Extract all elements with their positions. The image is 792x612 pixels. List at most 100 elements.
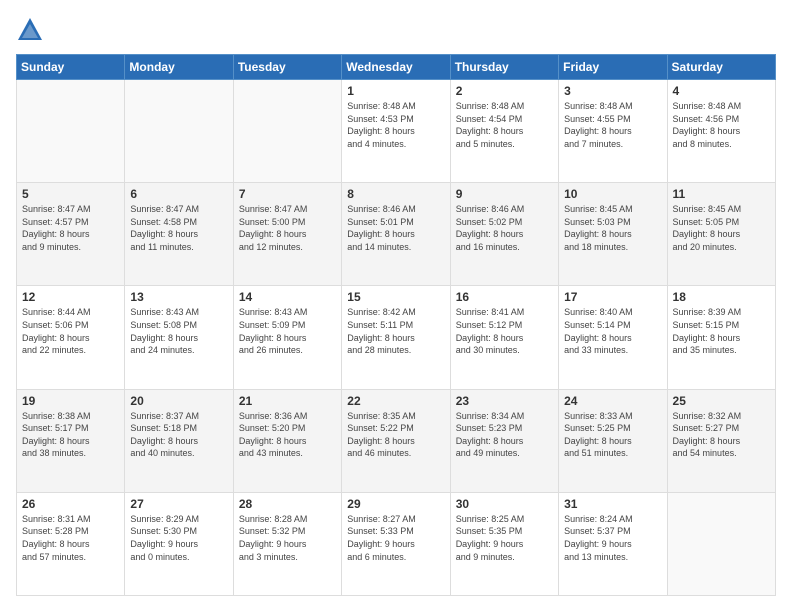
- day-info: Sunrise: 8:48 AM Sunset: 4:54 PM Dayligh…: [456, 100, 553, 150]
- day-number: 5: [22, 187, 119, 201]
- day-info: Sunrise: 8:46 AM Sunset: 5:02 PM Dayligh…: [456, 203, 553, 253]
- day-number: 4: [673, 84, 770, 98]
- calendar-cell: 10Sunrise: 8:45 AM Sunset: 5:03 PM Dayli…: [559, 183, 667, 286]
- calendar-cell: 29Sunrise: 8:27 AM Sunset: 5:33 PM Dayli…: [342, 492, 450, 595]
- day-info: Sunrise: 8:45 AM Sunset: 5:05 PM Dayligh…: [673, 203, 770, 253]
- day-number: 15: [347, 290, 444, 304]
- calendar-cell: [667, 492, 775, 595]
- day-info: Sunrise: 8:33 AM Sunset: 5:25 PM Dayligh…: [564, 410, 661, 460]
- day-number: 13: [130, 290, 227, 304]
- calendar-cell: 25 Sunrise: 8:32 AM Sunset: 5:27 PM Dayli…: [667, 389, 775, 492]
- day-number: 1: [347, 84, 444, 98]
- day-number: 10: [564, 187, 661, 201]
- calendar-cell: 7 Sunrise: 8:47 AM Sunset: 5:00 PM Daylig…: [233, 183, 341, 286]
- day-number: 16: [456, 290, 553, 304]
- day-info: Sunrise: 8:39 AM Sunset: 5:15 PM Dayligh…: [673, 306, 770, 356]
- day-info: Sunrise: 8:42 AM Sunset: 5:11 PM Dayligh…: [347, 306, 444, 356]
- day-number: 30: [456, 497, 553, 511]
- calendar-cell: 19 Sunrise: 8:38 AM Sunset: 5:17 PM Dayli…: [17, 389, 125, 492]
- logo: [16, 16, 48, 44]
- day-number: 12: [22, 290, 119, 304]
- day-info: Sunrise: 8:47 AM Sunset: 4:57 PM Dayligh…: [22, 203, 119, 253]
- day-info: Sunrise: 8:46 AM Sunset: 5:01 PM Dayligh…: [347, 203, 444, 253]
- day-info: Sunrise: 8:44 AM Sunset: 5:06 PM Dayligh…: [22, 306, 119, 356]
- calendar-cell: 2 Sunrise: 8:48 AM Sunset: 4:54 PM Daylig…: [450, 80, 558, 183]
- calendar-cell: 24 Sunrise: 8:33 AM Sunset: 5:25 PM Dayli…: [559, 389, 667, 492]
- day-number: 17: [564, 290, 661, 304]
- day-number: 22: [347, 394, 444, 408]
- page: SundayMondayTuesdayWednesdayThursdayFrid…: [0, 0, 792, 612]
- weekday-header: Wednesday: [342, 55, 450, 80]
- day-number: 6: [130, 187, 227, 201]
- calendar-cell: 1Sunrise: 8:48 AM Sunset: 4:53 PM Daylig…: [342, 80, 450, 183]
- calendar-cell: 15 Sunrise: 8:42 AM Sunset: 5:11 PM Dayli…: [342, 286, 450, 389]
- day-info: Sunrise: 8:43 AM Sunset: 5:08 PM Dayligh…: [130, 306, 227, 356]
- day-number: 7: [239, 187, 336, 201]
- day-number: 24: [564, 394, 661, 408]
- calendar-cell: 17 Sunrise: 8:40 AM Sunset: 5:14 PM Dayli…: [559, 286, 667, 389]
- calendar-cell: [125, 80, 233, 183]
- day-info: Sunrise: 8:41 AM Sunset: 5:12 PM Dayligh…: [456, 306, 553, 356]
- calendar-cell: 20 Sunrise: 8:37 AM Sunset: 5:18 PM Dayli…: [125, 389, 233, 492]
- calendar-cell: [233, 80, 341, 183]
- day-info: Sunrise: 8:24 AM Sunset: 5:37 PM Dayligh…: [564, 513, 661, 563]
- day-number: 23: [456, 394, 553, 408]
- day-info: Sunrise: 8:31 AM Sunset: 5:28 PM Dayligh…: [22, 513, 119, 563]
- calendar-cell: 3Sunrise: 8:48 AM Sunset: 4:55 PM Daylig…: [559, 80, 667, 183]
- day-info: Sunrise: 8:34 AM Sunset: 5:23 PM Dayligh…: [456, 410, 553, 460]
- calendar-cell: 13 Sunrise: 8:43 AM Sunset: 5:08 PM Dayli…: [125, 286, 233, 389]
- calendar-cell: 4 Sunrise: 8:48 AM Sunset: 4:56 PM Daylig…: [667, 80, 775, 183]
- day-info: Sunrise: 8:28 AM Sunset: 5:32 PM Dayligh…: [239, 513, 336, 563]
- calendar-cell: 30 Sunrise: 8:25 AM Sunset: 5:35 PM Dayli…: [450, 492, 558, 595]
- calendar-cell: 21 Sunrise: 8:36 AM Sunset: 5:20 PM Dayli…: [233, 389, 341, 492]
- day-number: 25: [673, 394, 770, 408]
- day-number: 18: [673, 290, 770, 304]
- day-number: 21: [239, 394, 336, 408]
- day-info: Sunrise: 8:25 AM Sunset: 5:35 PM Dayligh…: [456, 513, 553, 563]
- day-number: 26: [22, 497, 119, 511]
- day-info: Sunrise: 8:48 AM Sunset: 4:56 PM Dayligh…: [673, 100, 770, 150]
- weekday-header: Saturday: [667, 55, 775, 80]
- calendar-cell: 18 Sunrise: 8:39 AM Sunset: 5:15 PM Dayli…: [667, 286, 775, 389]
- day-number: 20: [130, 394, 227, 408]
- calendar-cell: 8 Sunrise: 8:46 AM Sunset: 5:01 PM Daylig…: [342, 183, 450, 286]
- calendar-cell: 14Sunrise: 8:43 AM Sunset: 5:09 PM Dayli…: [233, 286, 341, 389]
- day-info: Sunrise: 8:37 AM Sunset: 5:18 PM Dayligh…: [130, 410, 227, 460]
- calendar-cell: 26 Sunrise: 8:31 AM Sunset: 5:28 PM Dayli…: [17, 492, 125, 595]
- calendar-cell: [17, 80, 125, 183]
- day-number: 14: [239, 290, 336, 304]
- weekday-header: Monday: [125, 55, 233, 80]
- day-info: Sunrise: 8:29 AM Sunset: 5:30 PM Dayligh…: [130, 513, 227, 563]
- calendar-cell: 27 Sunrise: 8:29 AM Sunset: 5:30 PM Dayli…: [125, 492, 233, 595]
- calendar-cell: 22 Sunrise: 8:35 AM Sunset: 5:22 PM Dayli…: [342, 389, 450, 492]
- logo-icon: [16, 16, 44, 44]
- day-number: 19: [22, 394, 119, 408]
- day-info: Sunrise: 8:32 AM Sunset: 5:27 PM Dayligh…: [673, 410, 770, 460]
- calendar-cell: 16 Sunrise: 8:41 AM Sunset: 5:12 PM Dayli…: [450, 286, 558, 389]
- day-info: Sunrise: 8:35 AM Sunset: 5:22 PM Dayligh…: [347, 410, 444, 460]
- day-info: Sunrise: 8:36 AM Sunset: 5:20 PM Dayligh…: [239, 410, 336, 460]
- calendar-cell: 5 Sunrise: 8:47 AM Sunset: 4:57 PM Daylig…: [17, 183, 125, 286]
- calendar-cell: 6 Sunrise: 8:47 AM Sunset: 4:58 PM Daylig…: [125, 183, 233, 286]
- day-number: 3: [564, 84, 661, 98]
- day-number: 2: [456, 84, 553, 98]
- day-info: Sunrise: 8:47 AM Sunset: 5:00 PM Dayligh…: [239, 203, 336, 253]
- calendar-cell: 31 Sunrise: 8:24 AM Sunset: 5:37 PM Dayli…: [559, 492, 667, 595]
- header: [16, 16, 776, 44]
- weekday-header: Thursday: [450, 55, 558, 80]
- weekday-header: Tuesday: [233, 55, 341, 80]
- day-number: 27: [130, 497, 227, 511]
- calendar-cell: 12 Sunrise: 8:44 AM Sunset: 5:06 PM Dayli…: [17, 286, 125, 389]
- day-number: 8: [347, 187, 444, 201]
- day-number: 28: [239, 497, 336, 511]
- day-info: Sunrise: 8:47 AM Sunset: 4:58 PM Dayligh…: [130, 203, 227, 253]
- weekday-header: Friday: [559, 55, 667, 80]
- day-info: Sunrise: 8:38 AM Sunset: 5:17 PM Dayligh…: [22, 410, 119, 460]
- calendar-table: SundayMondayTuesdayWednesdayThursdayFrid…: [16, 54, 776, 596]
- day-number: 31: [564, 497, 661, 511]
- day-info: Sunrise: 8:40 AM Sunset: 5:14 PM Dayligh…: [564, 306, 661, 356]
- day-number: 9: [456, 187, 553, 201]
- day-number: 11: [673, 187, 770, 201]
- calendar-cell: 28 Sunrise: 8:28 AM Sunset: 5:32 PM Dayli…: [233, 492, 341, 595]
- calendar-cell: 23 Sunrise: 8:34 AM Sunset: 5:23 PM Dayli…: [450, 389, 558, 492]
